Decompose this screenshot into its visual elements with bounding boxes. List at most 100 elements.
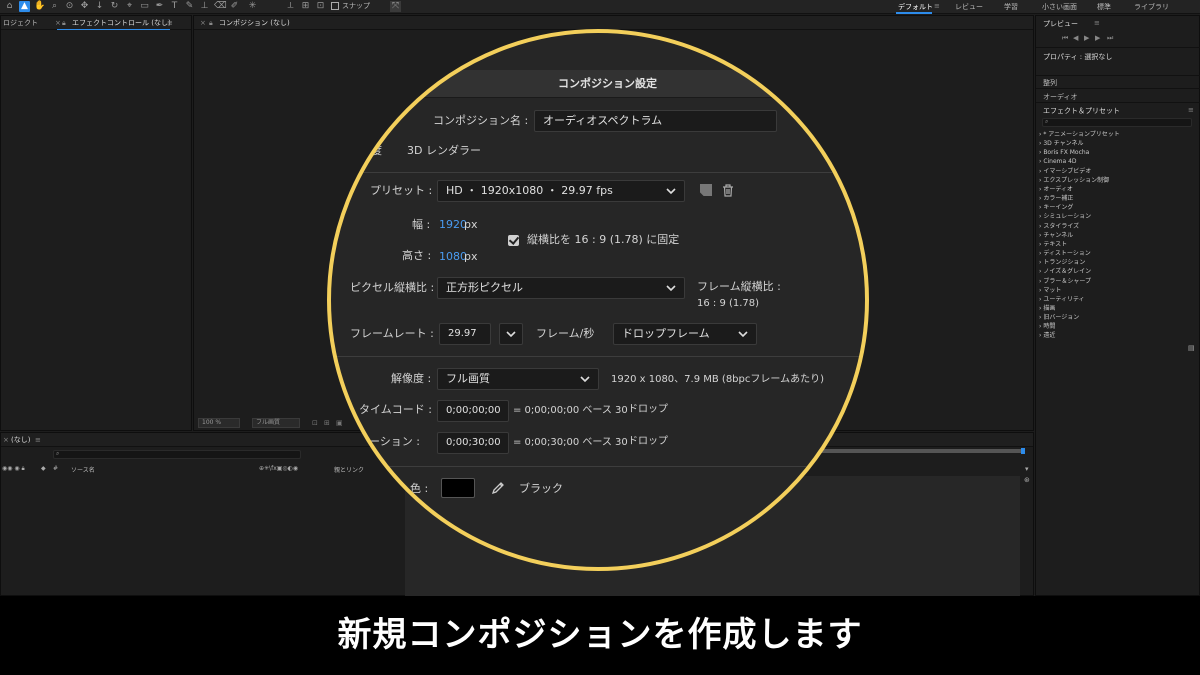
workspace-review[interactable]: レビュー bbox=[955, 2, 983, 12]
tab-timeline[interactable]: (なし) bbox=[11, 433, 30, 446]
axis-world-icon[interactable]: ⊞ bbox=[300, 1, 311, 12]
effect-category-item[interactable]: › 描画 bbox=[1039, 304, 1199, 313]
comp-name-input[interactable]: オーディオスペクトラム bbox=[534, 110, 777, 132]
play-icon[interactable]: ▶︎ bbox=[1084, 34, 1089, 42]
new-bin-icon[interactable]: ▤ bbox=[1188, 344, 1195, 352]
effect-category-item[interactable]: › マット bbox=[1039, 286, 1199, 295]
delete-preset-icon[interactable] bbox=[722, 184, 734, 197]
orbit-camera-icon[interactable]: ⊙ bbox=[64, 1, 75, 12]
resolution-dropdown[interactable]: フル画質 bbox=[252, 418, 300, 428]
work-area-bar[interactable] bbox=[815, 449, 1025, 453]
label-icon[interactable]: ◆ bbox=[41, 465, 46, 472]
home-icon[interactable]: ⌂ bbox=[4, 1, 15, 12]
fit-icon[interactable]: ⊡ bbox=[312, 419, 318, 427]
effect-category-item[interactable]: › ディストーション bbox=[1039, 249, 1199, 258]
av-switches-icons[interactable]: ◉◉ ◉ 🔒︎ bbox=[2, 465, 25, 473]
brush-tool-icon[interactable]: ✎ bbox=[184, 1, 195, 12]
eyedropper-icon[interactable] bbox=[491, 481, 505, 495]
resolution-dropdown[interactable]: フル画質 bbox=[437, 368, 599, 390]
snap-options-icon[interactable]: ⤧ bbox=[390, 1, 401, 12]
next-frame-icon[interactable]: ▶︎ bbox=[1095, 34, 1100, 42]
frame-rate-dropdown[interactable] bbox=[499, 323, 523, 345]
work-area-end-handle[interactable] bbox=[1021, 448, 1025, 454]
width-value[interactable]: 1920 bbox=[439, 218, 467, 232]
workspace-default[interactable]: デフォルト bbox=[898, 2, 933, 12]
effect-category-item[interactable]: › イマーシブビデオ bbox=[1039, 167, 1199, 176]
comp-button-icon[interactable]: ⊛ bbox=[1024, 476, 1030, 484]
pan-camera-icon[interactable]: ✥ bbox=[79, 1, 90, 12]
zoom-tool-icon[interactable]: ⌕ bbox=[49, 1, 60, 12]
axis-local-icon[interactable]: ⟂ bbox=[285, 1, 296, 12]
effects-search-input[interactable]: ⌕ bbox=[1042, 118, 1192, 127]
workspace-learn[interactable]: 学習 bbox=[1004, 2, 1018, 12]
effect-category-item[interactable]: › 時間 bbox=[1039, 322, 1199, 331]
workspace-small-screen[interactable]: 小さい画面 bbox=[1042, 2, 1077, 12]
tab-effect-controls[interactable]: エフェクトコントロール (なし) bbox=[72, 16, 171, 29]
effect-category-item[interactable]: › チャンネル bbox=[1039, 231, 1199, 240]
drop-frame-dropdown[interactable]: ドロップフレーム bbox=[613, 323, 757, 345]
duration-input[interactable]: 0;00;30;00 bbox=[437, 432, 509, 454]
panel-menu-icon[interactable]: ≡ bbox=[1188, 106, 1194, 114]
lock-aspect-checkbox[interactable] bbox=[508, 235, 519, 246]
layer-switches-icons[interactable]: ⊕✳\fx▣◎◐◉ bbox=[259, 465, 298, 472]
type-tool-icon[interactable]: T bbox=[169, 1, 180, 12]
effect-category-item[interactable]: › 遠近 bbox=[1039, 331, 1199, 340]
anchor-point-tool-icon[interactable]: ⌖ bbox=[124, 1, 135, 12]
eraser-tool-icon[interactable]: ⌫ bbox=[214, 1, 227, 12]
effect-category-item[interactable]: › Cinema 4D bbox=[1039, 157, 1199, 166]
effect-category-item[interactable]: › スタイライズ bbox=[1039, 222, 1199, 231]
comp-marker-icon[interactable]: ▾ bbox=[1025, 465, 1029, 473]
effect-category-item[interactable]: › ノイズ＆グレイン bbox=[1039, 267, 1199, 276]
roto-brush-tool-icon[interactable]: ✐ bbox=[229, 1, 240, 12]
clone-stamp-tool-icon[interactable]: ⊥ bbox=[199, 1, 210, 12]
effect-category-item[interactable]: › キーイング bbox=[1039, 203, 1199, 212]
effect-category-item[interactable]: › Boris FX Mocha bbox=[1039, 148, 1199, 157]
renderer-value[interactable]: 3D レンダラー bbox=[407, 144, 481, 158]
first-frame-icon[interactable]: ⏮ bbox=[1062, 34, 1068, 43]
panel-menu-icon[interactable]: ≡ bbox=[167, 16, 173, 29]
shape-tool-icon[interactable]: ▭ bbox=[139, 1, 150, 12]
workspace-libraries[interactable]: ライブラリ bbox=[1134, 2, 1169, 12]
close-tab-icon[interactable]: × bbox=[3, 433, 9, 446]
audio-panel-label[interactable]: オーディオ bbox=[1043, 92, 1078, 102]
rotation-tool-icon[interactable]: ↻ bbox=[109, 1, 120, 12]
effect-category-item[interactable]: › ユーティリティ bbox=[1039, 295, 1199, 304]
timeline-search-input[interactable]: ⌕ bbox=[53, 450, 301, 459]
grid-icon[interactable]: ⊞ bbox=[324, 419, 330, 427]
timecode-input[interactable]: 0;00;00;00 bbox=[437, 400, 509, 422]
mask-icon[interactable]: ▣ bbox=[336, 419, 343, 427]
workspace-menu-icon[interactable]: ≡ bbox=[934, 2, 940, 10]
bg-color-swatch[interactable] bbox=[441, 478, 475, 498]
zoom-dropdown[interactable]: 100 % bbox=[198, 418, 240, 428]
panel-menu-icon[interactable]: ≡ bbox=[35, 433, 41, 446]
height-value[interactable]: 1080 bbox=[439, 250, 467, 264]
workspace-standard[interactable]: 標準 bbox=[1097, 2, 1111, 12]
pixel-aspect-dropdown[interactable]: 正方形ピクセル bbox=[437, 277, 685, 299]
tab-project[interactable]: ロジェクト bbox=[3, 16, 38, 29]
effect-category-item[interactable]: › テキスト bbox=[1039, 240, 1199, 249]
snap-checkbox[interactable] bbox=[331, 2, 339, 10]
pen-tool-icon[interactable]: ✒ bbox=[154, 1, 165, 12]
frame-rate-input[interactable]: 29.97 bbox=[439, 323, 491, 345]
close-tab-icon[interactable]: × bbox=[200, 16, 206, 29]
selection-tool-icon[interactable]: ▲ bbox=[19, 1, 30, 12]
panel-menu-icon[interactable]: ≡ bbox=[1094, 19, 1100, 27]
hand-tool-icon[interactable]: ✋ bbox=[34, 1, 45, 12]
align-panel-label[interactable]: 整列 bbox=[1043, 78, 1057, 88]
effect-category-item[interactable]: › トランジション bbox=[1039, 258, 1199, 267]
save-preset-icon[interactable] bbox=[700, 184, 712, 196]
prev-frame-icon[interactable]: ◀︎ bbox=[1073, 34, 1078, 42]
axis-view-icon[interactable]: ⊡ bbox=[315, 1, 326, 12]
lock-icon[interactable]: 🔒︎ bbox=[62, 16, 66, 29]
effect-category-item[interactable]: › 旧バージョン bbox=[1039, 313, 1199, 322]
effect-category-item[interactable]: › * アニメーションプリセット bbox=[1039, 130, 1199, 139]
last-frame-icon[interactable]: ⏭ bbox=[1107, 34, 1113, 43]
effect-category-item[interactable]: › シミュレーション bbox=[1039, 212, 1199, 221]
lock-icon[interactable]: 🔒︎ bbox=[209, 16, 213, 29]
tab-composition[interactable]: コンポジション (なし) bbox=[219, 16, 290, 29]
puppet-tool-icon[interactable]: ✳ bbox=[247, 1, 258, 12]
preset-dropdown[interactable]: HD ・ 1920x1080 ・ 29.97 fps bbox=[437, 180, 685, 202]
effect-category-item[interactable]: › エクスプレッション制御 bbox=[1039, 176, 1199, 185]
effect-category-item[interactable]: › ブラー＆シャープ bbox=[1039, 277, 1199, 286]
effect-category-item[interactable]: › オーディオ bbox=[1039, 185, 1199, 194]
